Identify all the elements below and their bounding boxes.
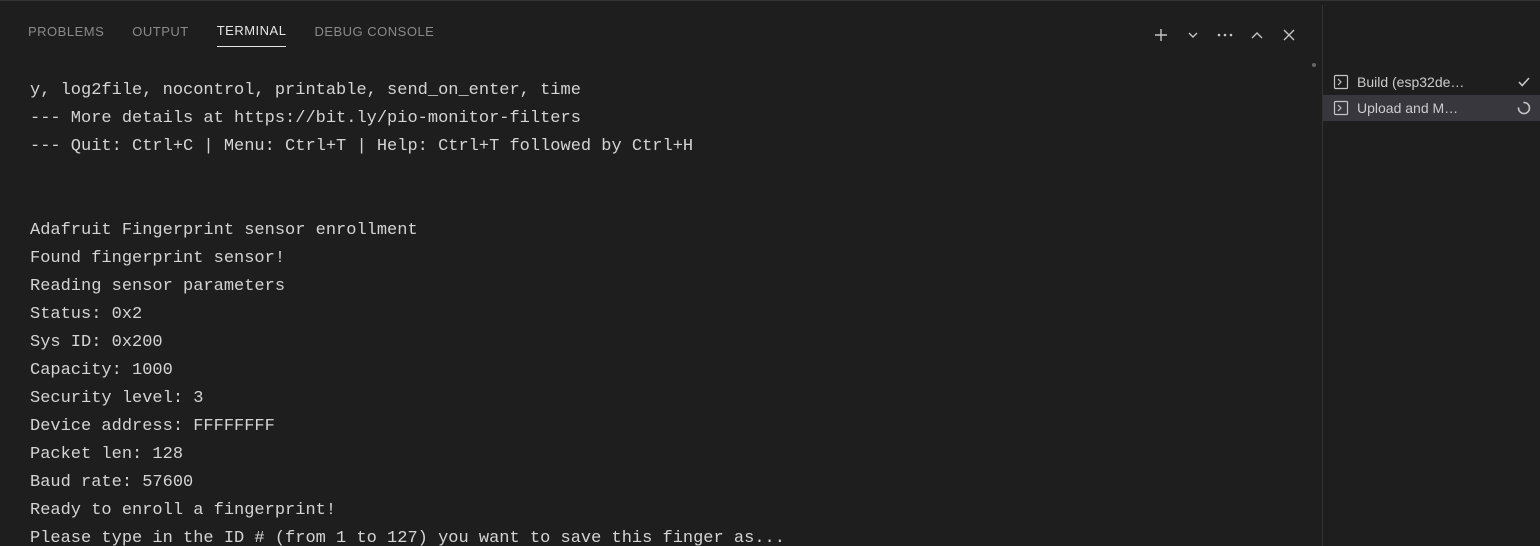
terminal-output[interactable]: y, log2file, nocontrol, printable, send_… <box>0 53 1322 546</box>
close-panel-icon[interactable] <box>1280 26 1298 44</box>
spinner-icon <box>1516 100 1532 116</box>
panel-actions <box>1152 26 1302 44</box>
task-item-build[interactable]: Build (esp32de… <box>1323 69 1540 95</box>
terminal-line: Security level: 3 <box>30 389 203 408</box>
check-icon <box>1516 74 1532 90</box>
task-item-upload-monitor[interactable]: Upload and M… <box>1323 95 1540 121</box>
terminal-dropdown-icon[interactable] <box>1184 26 1202 44</box>
terminal-line: Please type in the ID # (from 1 to 127) … <box>30 529 785 546</box>
terminal-line: Status: 0x2 <box>30 305 142 324</box>
maximize-panel-icon[interactable] <box>1248 26 1266 44</box>
task-label: Build (esp32de… <box>1357 74 1508 90</box>
task-label: Upload and M… <box>1357 100 1508 116</box>
task-run-icon <box>1333 100 1349 116</box>
panel-main: PROBLEMS OUTPUT TERMINAL DEBUG CONSOLE <box>0 5 1322 546</box>
task-run-icon <box>1333 74 1349 90</box>
terminal-line: Reading sensor parameters <box>30 277 285 296</box>
terminal-line: Sys ID: 0x200 <box>30 333 163 352</box>
terminal-line: Device address: FFFFFFFF <box>30 417 275 436</box>
terminal-task-list: Build (esp32de… Upload and M… <box>1322 5 1540 546</box>
tab-problems[interactable]: PROBLEMS <box>28 24 104 47</box>
tab-terminal[interactable]: TERMINAL <box>217 23 287 47</box>
panel-tabs: PROBLEMS OUTPUT TERMINAL DEBUG CONSOLE <box>0 5 1322 53</box>
terminal-line: --- Quit: Ctrl+C | Menu: Ctrl+T | Help: … <box>30 137 693 156</box>
bottom-panel: PROBLEMS OUTPUT TERMINAL DEBUG CONSOLE <box>0 5 1540 546</box>
terminal-line: Adafruit Fingerprint sensor enrollment <box>30 221 418 240</box>
terminal-line: y, log2file, nocontrol, printable, send_… <box>30 81 581 100</box>
terminal-line: Capacity: 1000 <box>30 361 173 380</box>
terminal-line: Packet len: 128 <box>30 445 183 464</box>
more-actions-icon[interactable] <box>1216 26 1234 44</box>
tab-output[interactable]: OUTPUT <box>132 24 188 47</box>
tab-debug-console[interactable]: DEBUG CONSOLE <box>314 24 434 47</box>
scrollbar-indicator <box>1312 63 1316 67</box>
terminal-line: Found fingerprint sensor! <box>30 249 285 268</box>
new-terminal-button[interactable] <box>1152 26 1170 44</box>
terminal-line: Baud rate: 57600 <box>30 473 193 492</box>
terminal-line: --- More details at https://bit.ly/pio-m… <box>30 109 581 128</box>
terminal-line: Ready to enroll a fingerprint! <box>30 501 336 520</box>
